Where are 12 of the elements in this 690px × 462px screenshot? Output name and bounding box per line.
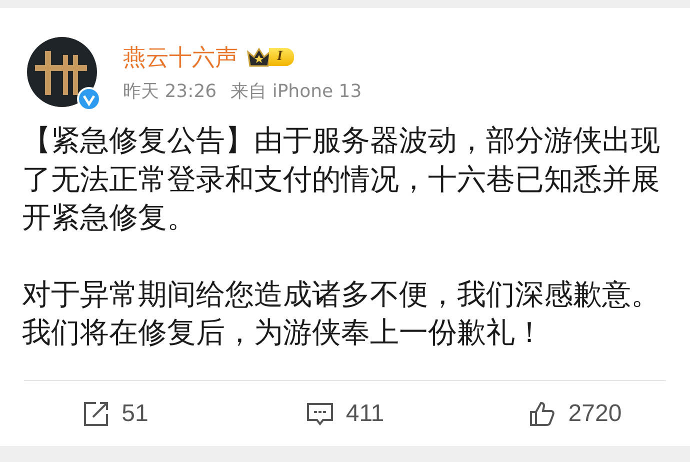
like-button[interactable]: 2720 <box>460 400 690 428</box>
post-paragraph: 【紧急修复公告】由于服务器波动，部分游侠出现了无法正常登录和支付的情况，十六巷已知悉并展开紧急修复。 <box>22 122 661 236</box>
post-time: 昨天 23:26 <box>123 80 217 102</box>
crown-icon <box>246 46 272 68</box>
level-badge: I <box>269 48 294 66</box>
repost-button[interactable]: 51 <box>0 400 230 428</box>
post-paragraph: 对于异常期间给您造成诸多不便，我们深感歉意。我们将在修复后，为游侠奉上一份歉礼！ <box>22 276 661 351</box>
post-source: 来自 iPhone 13 <box>230 80 362 102</box>
avatar-logo-drawing[interactable] <box>27 37 97 107</box>
share-icon <box>82 400 110 428</box>
comment-button[interactable]: 411 <box>230 400 460 428</box>
thumbs-up-icon <box>528 400 556 428</box>
